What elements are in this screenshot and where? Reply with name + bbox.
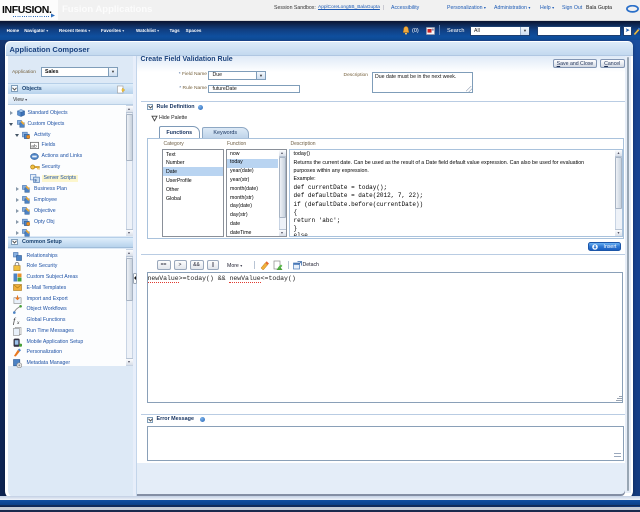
svg-text:x: x (16, 320, 20, 325)
svg-text:ab: ab (31, 144, 37, 150)
